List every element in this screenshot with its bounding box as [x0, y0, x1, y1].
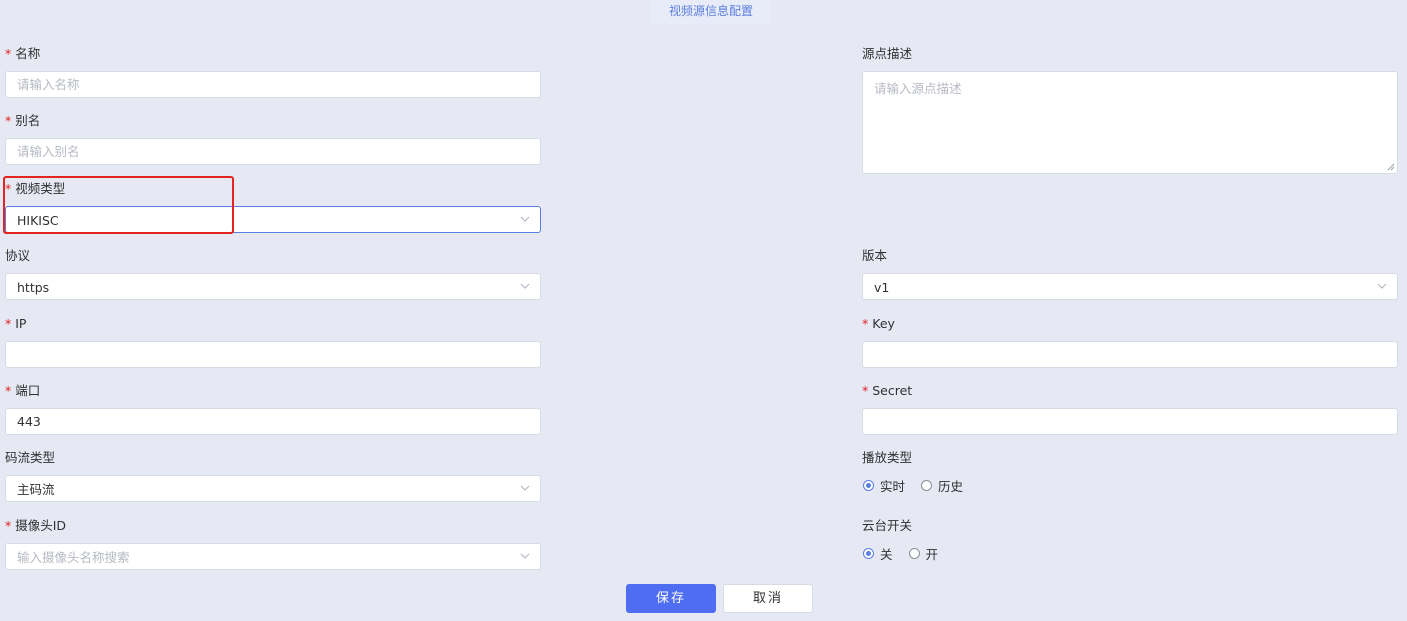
alias-label-text: 别名	[15, 113, 41, 128]
required-mark: *	[5, 383, 12, 398]
stream-type-value: 主码流	[17, 482, 55, 497]
camera-id-label-text: 摄像头ID	[15, 518, 67, 533]
save-button[interactable]: 保存	[626, 584, 716, 613]
secret-label-text: Secret	[872, 383, 913, 398]
chevron-down-icon	[1377, 283, 1387, 289]
key-input[interactable]	[863, 342, 1397, 367]
stream-type-select[interactable]: 主码流	[5, 475, 541, 502]
key-label-text: Key	[872, 316, 895, 331]
radio-realtime[interactable]	[863, 480, 874, 491]
secret-field[interactable]	[862, 408, 1398, 435]
chevron-down-icon	[520, 283, 530, 289]
required-mark: *	[5, 113, 12, 128]
secret-input[interactable]	[863, 409, 1397, 434]
required-mark: *	[5, 181, 12, 196]
key-label: * Key	[862, 316, 895, 332]
protocol-label-text: 协议	[5, 248, 31, 263]
ip-field[interactable]	[5, 341, 541, 368]
version-label: 版本	[862, 248, 887, 264]
radio-ptz-off[interactable]	[863, 548, 874, 559]
required-mark: *	[5, 518, 12, 533]
camera-id-select[interactable]: 输入摄像头名称搜索	[5, 543, 541, 570]
description-textarea[interactable]: 请输入源点描述	[862, 71, 1398, 174]
alias-label: * 别名	[5, 113, 40, 129]
required-mark: *	[5, 316, 12, 331]
chevron-down-icon	[520, 553, 530, 559]
radio-ptz-on[interactable]	[908, 548, 920, 559]
radio-ptz-on-label[interactable]: 开	[926, 544, 939, 563]
name-input[interactable]	[6, 72, 540, 97]
name-field[interactable]	[5, 71, 541, 98]
stream-type-label: 码流类型	[5, 450, 55, 466]
secret-label: * Secret	[862, 383, 912, 399]
port-input[interactable]	[6, 409, 540, 434]
description-label-text: 源点描述	[862, 46, 913, 61]
name-label-text: 名称	[15, 46, 41, 61]
radio-realtime-label[interactable]: 实时	[880, 476, 905, 495]
ip-label: * IP	[5, 316, 26, 332]
ptz-switch-label-text: 云台开关	[862, 518, 913, 533]
stream-type-label-text: 码流类型	[5, 450, 56, 465]
protocol-label: 协议	[5, 248, 30, 264]
alias-input[interactable]	[6, 139, 540, 164]
ptz-switch-label: 云台开关	[862, 518, 912, 534]
chevron-down-icon	[520, 485, 530, 491]
resize-grip-icon[interactable]	[1387, 163, 1395, 171]
port-field[interactable]	[5, 408, 541, 435]
radio-history[interactable]	[921, 480, 933, 491]
chevron-down-icon	[520, 216, 530, 222]
radio-history-label[interactable]: 历史	[938, 476, 963, 495]
protocol-select[interactable]: https	[5, 273, 541, 300]
port-label: * 端口	[5, 383, 40, 399]
name-label: * 名称	[5, 46, 40, 62]
page-title: 视频源信息配置	[651, 0, 771, 24]
play-type-label: 播放类型	[862, 450, 912, 466]
ptz-switch-radio-group: 关 开	[863, 544, 948, 563]
protocol-value: https	[17, 280, 50, 295]
video-type-label-text: 视频类型	[15, 181, 66, 196]
camera-id-placeholder: 输入摄像头名称搜索	[17, 550, 130, 565]
cancel-button[interactable]: 取消	[723, 584, 813, 613]
ip-input[interactable]	[6, 342, 540, 367]
version-value: v1	[874, 280, 890, 295]
port-label-text: 端口	[15, 383, 41, 398]
version-label-text: 版本	[862, 248, 888, 263]
required-mark: *	[862, 383, 869, 398]
video-type-value: HIKISC	[17, 213, 59, 228]
key-field[interactable]	[862, 341, 1398, 368]
ip-label-text: IP	[15, 316, 27, 331]
camera-id-label: * 摄像头ID	[5, 518, 66, 534]
description-placeholder: 请输入源点描述	[874, 81, 962, 96]
required-mark: *	[862, 316, 869, 331]
video-type-select[interactable]: HIKISC	[5, 206, 541, 233]
video-type-label: * 视频类型	[5, 181, 65, 197]
play-type-radio-group: 实时 历史	[863, 476, 973, 495]
alias-field[interactable]	[5, 138, 541, 165]
description-label: 源点描述	[862, 46, 912, 62]
required-mark: *	[5, 46, 12, 61]
play-type-label-text: 播放类型	[862, 450, 913, 465]
radio-ptz-off-label[interactable]: 关	[880, 544, 893, 563]
version-select[interactable]: v1	[862, 273, 1398, 300]
